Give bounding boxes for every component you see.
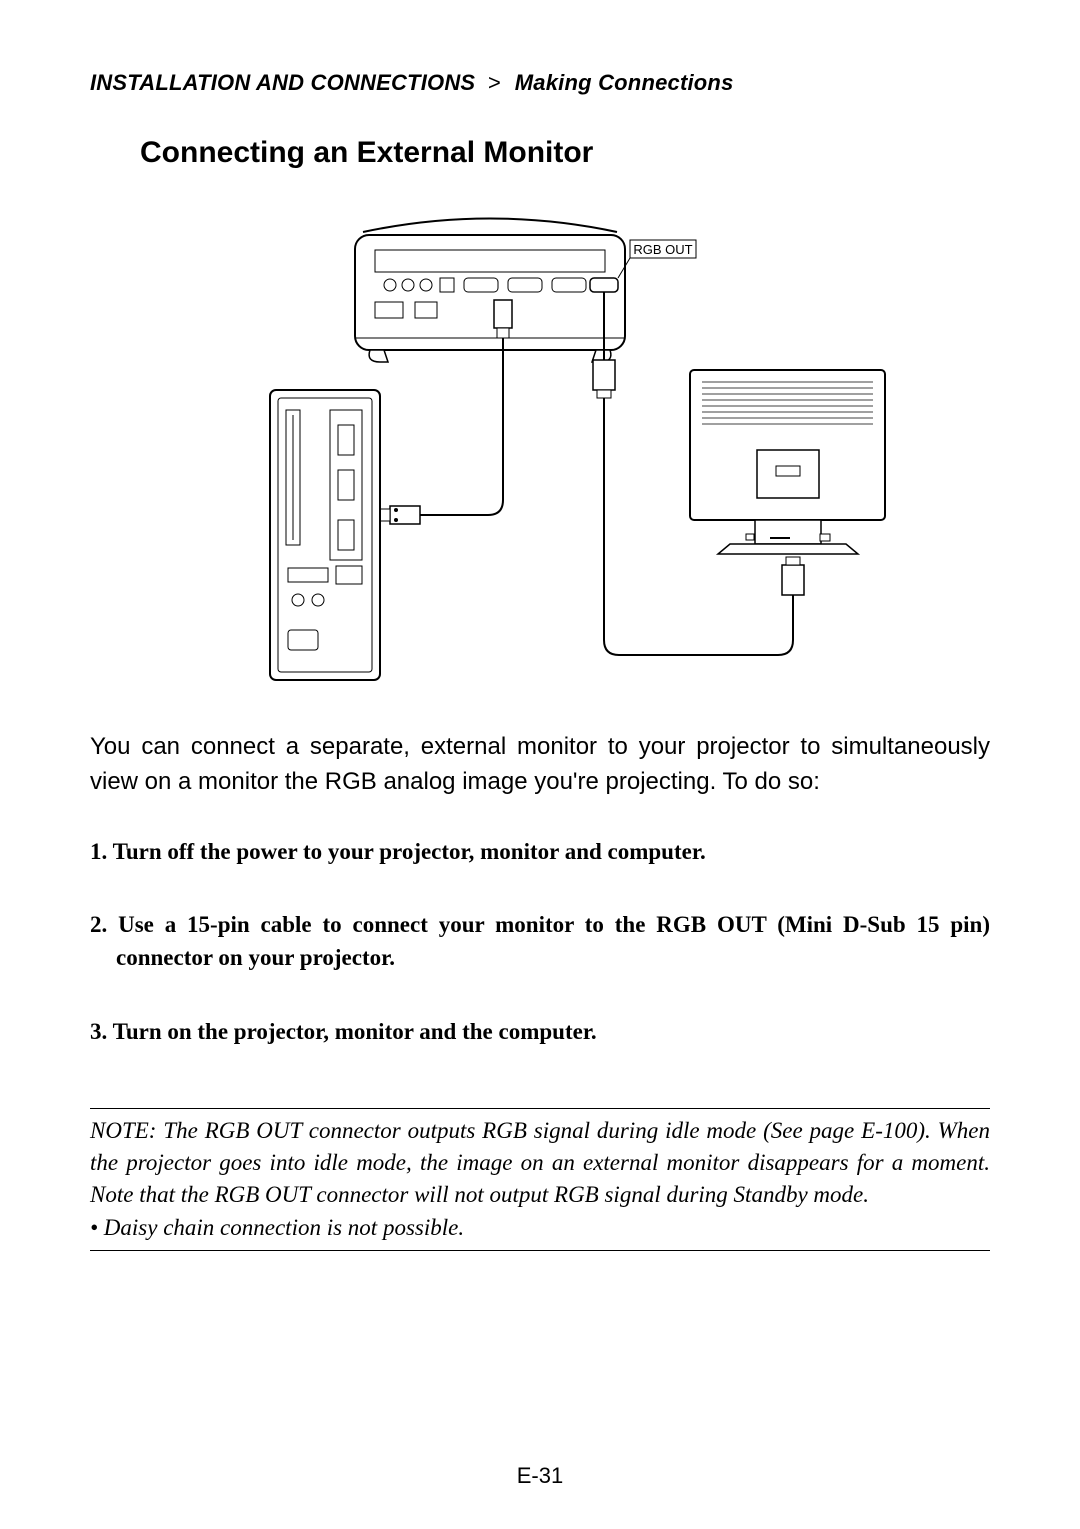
step-list: 1. Turn off the power to your projector,… (90, 835, 990, 1048)
step-item: 1. Turn off the power to your projector,… (90, 835, 990, 868)
step-item: 2. Use a 15-pin cable to connect your mo… (90, 908, 990, 975)
step-item: 3. Turn on the projector, monitor and th… (90, 1015, 990, 1048)
computer-tower-icon (270, 390, 380, 680)
connection-diagram: RGB OUT (190, 210, 890, 690)
projector-icon: RGB OUT (355, 219, 696, 363)
note-block: NOTE: The RGB OUT connector outputs RGB … (90, 1108, 990, 1251)
page-number: E-31 (0, 1463, 1080, 1489)
monitor-icon (690, 370, 885, 554)
note-bullet: • Daisy chain connection is not possible… (90, 1212, 990, 1244)
page-title: Connecting an External Monitor (140, 136, 990, 170)
breadcrumb-sub: Making Connections (515, 70, 734, 95)
breadcrumb-separator: > (482, 70, 509, 95)
intro-paragraph: You can connect a separate, external mon… (90, 730, 990, 800)
note-text: NOTE: The RGB OUT connector outputs RGB … (90, 1115, 990, 1212)
rgb-out-label: RGB OUT (633, 242, 692, 257)
breadcrumb-section: INSTALLATION AND CONNECTIONS (90, 70, 475, 95)
document-page: INSTALLATION AND CONNECTIONS > Making Co… (0, 0, 1080, 1529)
breadcrumb: INSTALLATION AND CONNECTIONS > Making Co… (90, 70, 990, 96)
